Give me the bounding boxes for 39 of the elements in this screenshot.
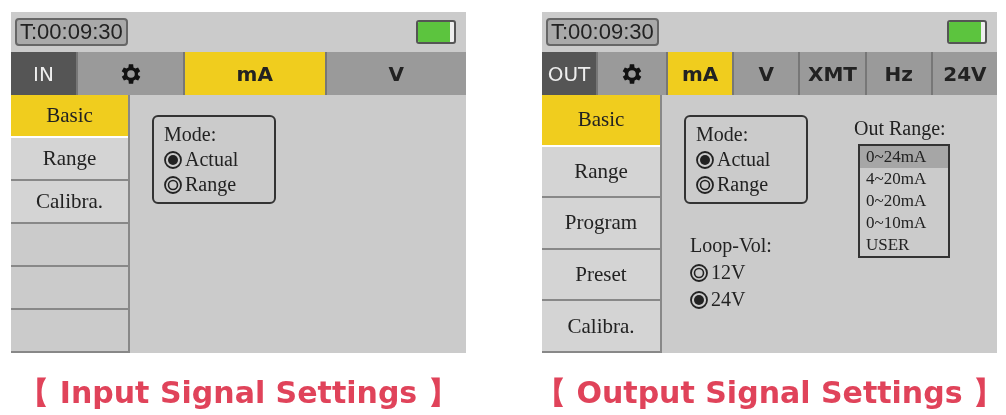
radio-button[interactable] <box>696 150 714 169</box>
unit-tab[interactable]: mA <box>666 52 733 95</box>
radio-label: 24V <box>711 288 746 311</box>
side-menu-item[interactable]: Preset <box>542 249 660 302</box>
range-option[interactable]: 0~24mA <box>860 146 948 168</box>
timer: T:00:09:30 <box>15 18 128 46</box>
radio-button[interactable] <box>164 150 182 169</box>
range-option[interactable]: 4~20mA <box>860 168 948 190</box>
side-menu-item[interactable]: Range <box>542 146 660 199</box>
radio-label: Actual <box>717 148 771 171</box>
radio-button[interactable] <box>696 175 714 194</box>
group-label: Loop-Vol: <box>690 234 773 257</box>
radio-label: Range <box>185 173 237 196</box>
side-menu-item[interactable]: Program <box>542 198 660 250</box>
side-menu-item[interactable]: Calibra. <box>542 301 660 353</box>
battery-icon <box>416 20 456 44</box>
radio-label: Range <box>717 173 769 196</box>
range-option[interactable]: 0~20mA <box>860 190 948 212</box>
group-label: Mode: <box>696 123 750 146</box>
side-menu-item[interactable]: Basic <box>542 95 660 147</box>
radio-button[interactable] <box>690 263 708 282</box>
radio-label: 12V <box>711 261 746 284</box>
group-label: Mode: <box>164 123 218 146</box>
radio-button[interactable] <box>690 290 708 309</box>
radio-label: Actual <box>185 148 239 171</box>
side-menu-item[interactable]: Basic <box>11 95 128 138</box>
range-option[interactable]: USER <box>860 234 948 256</box>
caption: 【 Output Signal Settings 】 <box>536 374 1003 412</box>
side-menu-item[interactable]: Calibra. <box>11 181 128 224</box>
range-option[interactable]: 0~10mA <box>860 212 948 234</box>
caption: 【 Input Signal Settings 】 <box>19 374 458 412</box>
battery-icon <box>947 20 987 44</box>
timer: T:00:09:30 <box>546 18 659 46</box>
mode-label: OUT <box>542 52 596 95</box>
unit-tab[interactable]: mA <box>183 52 325 95</box>
group-label: Out Range: <box>854 117 947 140</box>
mode-label: IN <box>11 52 76 95</box>
side-menu-item[interactable]: Range <box>11 138 128 181</box>
radio-button[interactable] <box>164 175 182 194</box>
